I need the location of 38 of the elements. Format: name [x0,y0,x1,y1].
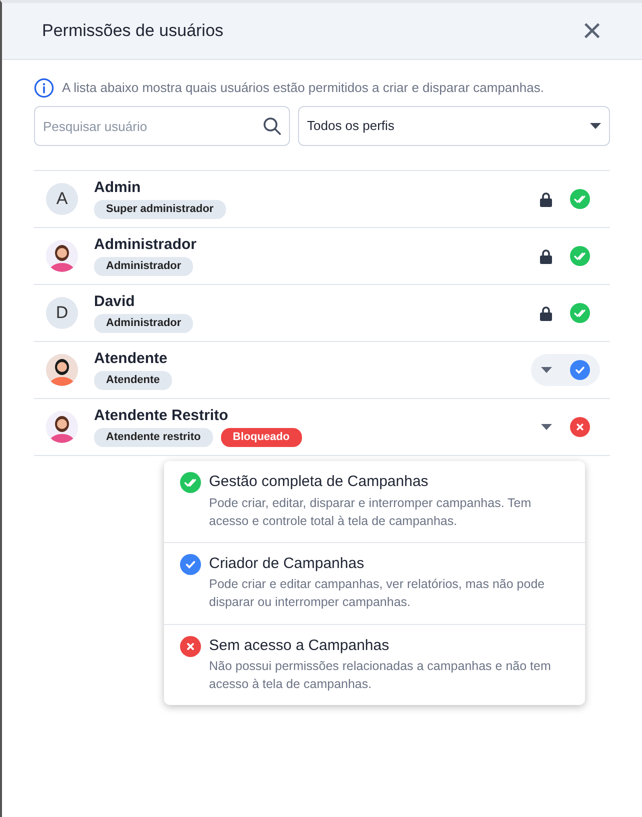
caret-icon[interactable] [541,424,552,430]
role-tag: Administrador [94,314,194,332]
option-description: Não possui permissões relacionadas a campanhas e não tem acesso à tela de campanhas. [209,658,552,694]
avatar [46,411,78,443]
role-tag: Atendente restrito [94,428,213,446]
avatar: A [46,183,78,215]
option-title: Gestão completa de Campanhas [209,472,430,492]
close-button[interactable]: × [582,14,602,48]
search-field[interactable]: Pesquisar usuário [34,106,290,146]
avatar [46,354,78,386]
modal-title: Permissões de usuários [42,20,224,42]
permission-option[interactable]: Sem acesso a Campanhas Não possui permissões relacionadas a campanhas e não tem acesso à tela de campanhas. [164,624,585,706]
avatar: D [46,297,78,329]
double-check-icon [180,472,201,493]
avatar [46,240,78,272]
role-tag: Administrador [94,257,194,276]
option-title: Sem acesso a Campanhas [209,636,390,656]
user-name: Atendente Restrito [94,408,230,424]
caret-icon[interactable] [541,367,552,373]
option-description: Pode criar e editar campanhas, ver relatórios, mas não pode disparar ou interromper campanhas. [209,576,546,612]
user-name: Admin [94,180,142,196]
role-tag: Atendente [94,371,172,390]
user-name: Atendente [94,350,168,367]
blocked-tag: Bloqueado [220,428,302,446]
user-name: David [94,294,136,310]
search-icon [262,116,282,136]
option-description: Pode criar, editar, disparar e interromper campanhas. Tem acesso e controle total à tela de campanhas. [209,494,532,530]
permission-option[interactable]: Criador de Campanhas Pode criar e editar campanhas, ver relatórios, mas não pode disparar ou interromper campanhas. [164,542,585,624]
info-icon [34,78,54,98]
profile-dropdown[interactable]: Todos os perfis [298,106,610,146]
caret-icon [590,123,601,129]
role-tag: Super administrador [94,200,226,218]
info-text: A lista abaixo mostra quais usuários estão permitidos a criar e disparar campanhas. [62,79,544,98]
check-icon [180,554,201,575]
x-icon [180,636,201,656]
permission-option[interactable]: Gestão completa de Campanhas Pode criar, editar, disparar e interromper campanhas. Tem acesso e controle total à tela de campanhas. [164,461,585,543]
user-name: Administrador [94,236,198,253]
option-title: Criador de Campanhas [209,554,366,574]
